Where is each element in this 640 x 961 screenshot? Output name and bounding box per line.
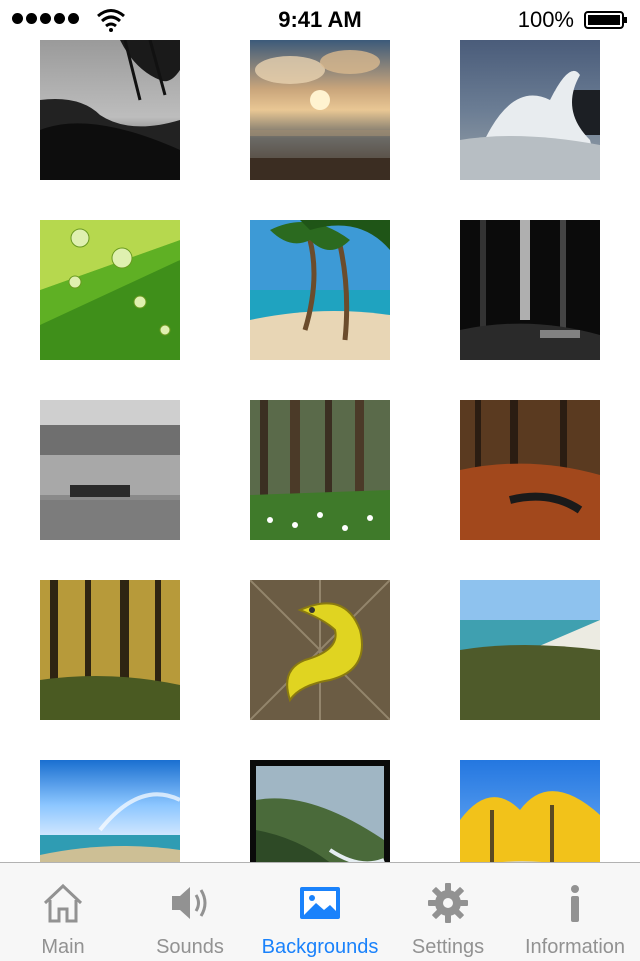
battery-percentage: 100%	[517, 7, 574, 32]
battery-full-icon	[584, 11, 627, 29]
tab-backgrounds-label: Backgrounds	[261, 936, 379, 958]
status-bar: 9:41 AM 100%	[0, 0, 640, 40]
background-thumbnail[interactable]	[460, 400, 600, 540]
tab-backgrounds[interactable]: Backgrounds	[254, 863, 386, 961]
tab-main[interactable]: Main	[0, 863, 126, 961]
info-icon	[571, 885, 579, 922]
gear-icon	[428, 883, 468, 923]
background-thumbnail[interactable]	[250, 220, 390, 360]
speaker-icon	[172, 887, 207, 919]
tab-settings[interactable]: Settings	[386, 863, 510, 961]
tab-settings-label: Settings	[411, 936, 485, 958]
background-thumbnail[interactable]	[250, 400, 390, 540]
tab-information[interactable]: Information	[510, 863, 640, 961]
background-thumbnail[interactable]	[40, 760, 180, 862]
background-thumbnail[interactable]	[250, 40, 390, 180]
picture-icon	[300, 887, 340, 919]
background-thumbnail[interactable]	[250, 760, 390, 862]
background-thumbnail[interactable]	[40, 400, 180, 540]
tab-bar: Main Sounds Backgrounds Settings Informa…	[0, 862, 640, 961]
background-thumbnail[interactable]	[40, 40, 180, 180]
backgrounds-grid	[0, 0, 640, 862]
background-thumbnail[interactable]	[460, 40, 600, 180]
tab-main-label: Main	[41, 936, 85, 958]
background-thumbnail[interactable]	[250, 580, 390, 720]
background-thumbnail[interactable]	[460, 760, 600, 862]
background-thumbnail[interactable]	[460, 580, 600, 720]
background-thumbnail[interactable]	[40, 580, 180, 720]
tab-sounds-label: Sounds	[156, 936, 224, 958]
background-thumbnail[interactable]	[40, 220, 180, 360]
home-icon	[43, 883, 83, 923]
background-thumbnail[interactable]	[460, 220, 600, 360]
tab-information-label: Information	[524, 936, 626, 958]
tab-sounds[interactable]: Sounds	[126, 863, 254, 961]
